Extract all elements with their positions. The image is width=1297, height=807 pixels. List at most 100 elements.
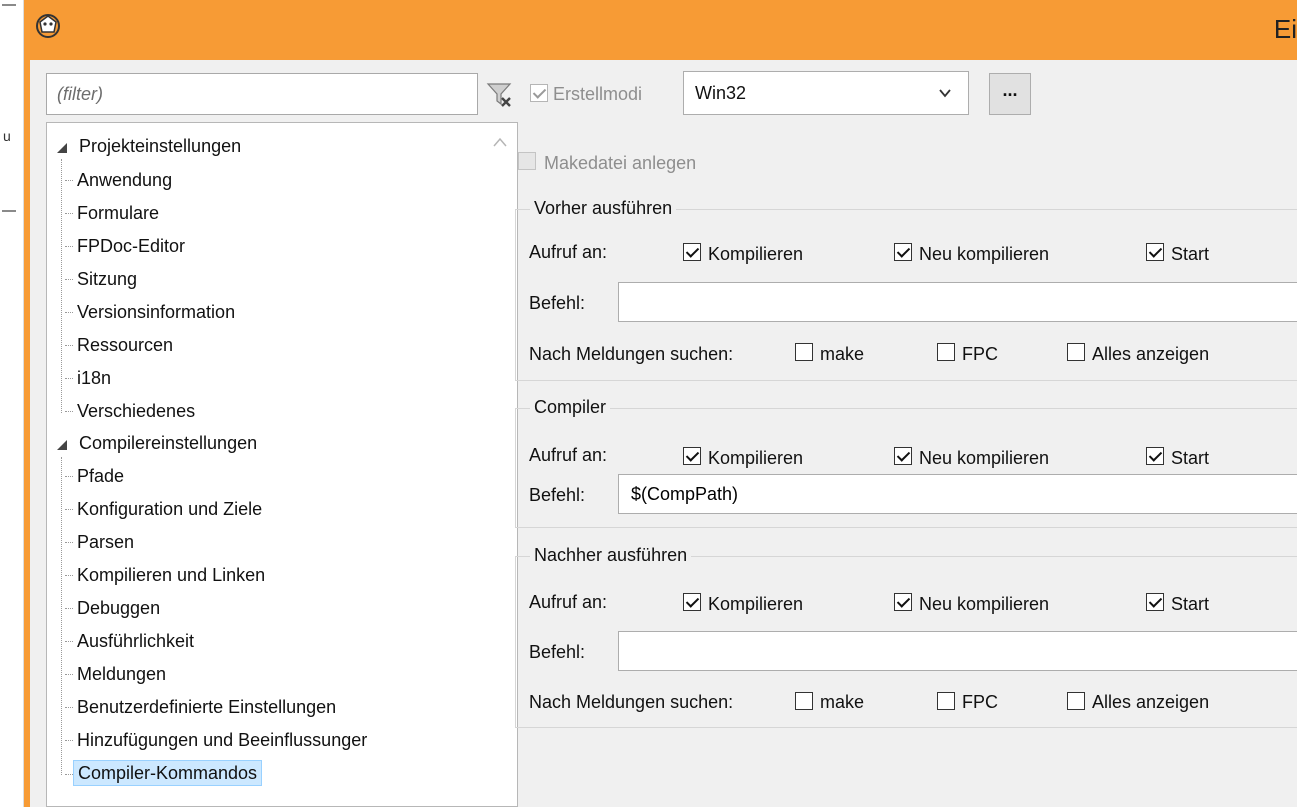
after-scan-label: Nach Meldungen suchen: bbox=[529, 692, 734, 712]
before-rebuild-label: Neu kompilieren bbox=[919, 244, 1050, 264]
before-run-label: Start bbox=[1171, 244, 1210, 264]
before-make-label: make bbox=[820, 344, 865, 364]
before-compile-label: Kompilieren bbox=[708, 244, 804, 264]
tree-connector bbox=[65, 213, 73, 214]
clear-filter-icon[interactable] bbox=[484, 78, 516, 110]
tree-item-kompilieren-und-linken[interactable]: Kompilieren und Linken bbox=[73, 560, 269, 590]
tree-connector bbox=[65, 279, 73, 280]
before-show-all-checkbox[interactable] bbox=[1067, 343, 1085, 361]
buildmode-value: Win32 bbox=[695, 83, 747, 103]
before-build-title: Vorher ausführen bbox=[530, 197, 677, 219]
tree-connector bbox=[65, 674, 73, 675]
tree-node-compilereinstellungen[interactable]: Compilereinstellungen bbox=[75, 428, 261, 458]
tree-item-sitzung[interactable]: Sitzung bbox=[73, 264, 141, 294]
background-text-fragment: u bbox=[3, 128, 11, 144]
makefile-label: Makedatei anlegen bbox=[544, 153, 697, 173]
after-make-checkbox[interactable] bbox=[795, 692, 813, 710]
after-rebuild-checkbox[interactable] bbox=[894, 593, 912, 611]
before-command-input[interactable] bbox=[618, 282, 1297, 322]
after-command-label: Befehl: bbox=[529, 642, 586, 662]
after-compile-label: Kompilieren bbox=[708, 594, 804, 614]
after-command-input[interactable] bbox=[618, 631, 1297, 671]
before-scan-label: Nach Meldungen suchen: bbox=[529, 344, 734, 364]
chevron-down-icon bbox=[939, 89, 951, 98]
expand-arrow-icon[interactable] bbox=[57, 440, 67, 450]
tree-connector bbox=[65, 312, 73, 313]
before-compile-checkbox[interactable] bbox=[683, 243, 701, 261]
tree-guide-line bbox=[61, 457, 62, 775]
compiler-rebuild-checkbox[interactable] bbox=[894, 447, 912, 465]
before-rebuild-checkbox[interactable] bbox=[894, 243, 912, 261]
tree-connector bbox=[65, 246, 73, 247]
options-tree[interactable]: Projekteinstellungen Anwendung Formulare… bbox=[46, 122, 518, 807]
tree-item-ressourcen[interactable]: Ressourcen bbox=[73, 330, 177, 360]
tree-connector bbox=[65, 774, 73, 775]
background-divider bbox=[2, 210, 16, 212]
buildmodes-checkbox[interactable] bbox=[530, 84, 548, 102]
before-command-label: Befehl: bbox=[529, 293, 586, 313]
tree-connector bbox=[65, 740, 73, 741]
compiler-rebuild-label: Neu kompilieren bbox=[919, 448, 1050, 468]
tree-node-projekteinstellungen[interactable]: Projekteinstellungen bbox=[75, 131, 245, 161]
tree-connector bbox=[65, 707, 73, 708]
after-show-all-label: Alles anzeigen bbox=[1092, 692, 1210, 712]
title-bar[interactable]: Ei bbox=[24, 0, 1297, 60]
window-title: Ei bbox=[1273, 14, 1297, 44]
compiler-run-checkbox[interactable] bbox=[1146, 447, 1164, 465]
compiler-command-input[interactable] bbox=[618, 474, 1297, 514]
tree-item-fpdoc-editor[interactable]: FPDoc-Editor bbox=[73, 231, 189, 261]
compiler-call-on-label: Aufruf an: bbox=[529, 445, 608, 465]
before-fpc-label: FPC bbox=[962, 344, 998, 364]
after-rebuild-label: Neu kompilieren bbox=[919, 594, 1050, 614]
tree-item-meldungen[interactable]: Meldungen bbox=[73, 659, 170, 689]
after-run-checkbox[interactable] bbox=[1146, 593, 1164, 611]
background-divider bbox=[2, 4, 16, 6]
lazarus-app-icon bbox=[36, 14, 60, 38]
tree-item-compiler-kommandos[interactable]: Compiler-Kommandos bbox=[73, 758, 263, 788]
tree-item-anwendung[interactable]: Anwendung bbox=[73, 165, 176, 195]
tree-item-debuggen[interactable]: Debuggen bbox=[73, 593, 164, 623]
tree-item-ausfuehrlichkeit[interactable]: Ausführlichkeit bbox=[73, 626, 198, 656]
after-call-on-label: Aufruf an: bbox=[529, 592, 608, 612]
buildmodes-edit-button[interactable]: ... bbox=[989, 73, 1031, 115]
makefile-checkbox[interactable] bbox=[518, 152, 536, 170]
after-show-all-checkbox[interactable] bbox=[1067, 692, 1085, 710]
tree-connector bbox=[65, 575, 73, 576]
tree-item-pfade[interactable]: Pfade bbox=[73, 461, 128, 491]
window-frame bbox=[24, 60, 30, 807]
after-fpc-checkbox[interactable] bbox=[937, 692, 955, 710]
tree-connector bbox=[65, 476, 73, 477]
tree-item-benutzerdefinierte-einstellungen[interactable]: Benutzerdefinierte Einstellungen bbox=[73, 692, 340, 722]
after-fpc-label: FPC bbox=[962, 692, 998, 712]
expand-arrow-icon[interactable] bbox=[57, 143, 67, 153]
compiler-compile-checkbox[interactable] bbox=[683, 447, 701, 465]
tree-item-konfiguration-und-ziele[interactable]: Konfiguration und Ziele bbox=[73, 494, 266, 524]
compiler-title: Compiler bbox=[530, 396, 611, 418]
before-make-checkbox[interactable] bbox=[795, 343, 813, 361]
after-run-label: Start bbox=[1171, 594, 1210, 614]
tree-connector bbox=[65, 608, 73, 609]
after-build-title: Nachher ausführen bbox=[530, 544, 692, 566]
compiler-run-label: Start bbox=[1171, 448, 1210, 468]
tree-item-versionsinformation[interactable]: Versionsinformation bbox=[73, 297, 239, 327]
tree-item-formulare[interactable]: Formulare bbox=[73, 198, 163, 228]
scroll-up-icon[interactable] bbox=[493, 137, 507, 147]
tree-connector bbox=[65, 509, 73, 510]
after-compile-checkbox[interactable] bbox=[683, 593, 701, 611]
buildmodes-label: Erstellmodi bbox=[553, 84, 643, 104]
tree-item-parsen[interactable]: Parsen bbox=[73, 527, 138, 557]
before-fpc-checkbox[interactable] bbox=[937, 343, 955, 361]
filter-input[interactable] bbox=[46, 73, 478, 115]
background-window-edge: u bbox=[0, 0, 24, 807]
tree-item-hinzufuegungen[interactable]: Hinzufügungen und Beeinflussunger bbox=[73, 725, 371, 755]
tree-connector bbox=[65, 345, 73, 346]
tree-connector bbox=[65, 378, 73, 379]
buildmode-select[interactable]: Win32 bbox=[683, 71, 969, 115]
compiler-command-label: Befehl: bbox=[529, 485, 586, 505]
before-show-all-label: Alles anzeigen bbox=[1092, 344, 1210, 364]
tree-item-verschiedenes[interactable]: Verschiedenes bbox=[73, 396, 199, 426]
before-run-checkbox[interactable] bbox=[1146, 243, 1164, 261]
tree-connector bbox=[65, 641, 73, 642]
tree-item-i18n[interactable]: i18n bbox=[73, 363, 115, 393]
tree-connector bbox=[65, 180, 73, 181]
